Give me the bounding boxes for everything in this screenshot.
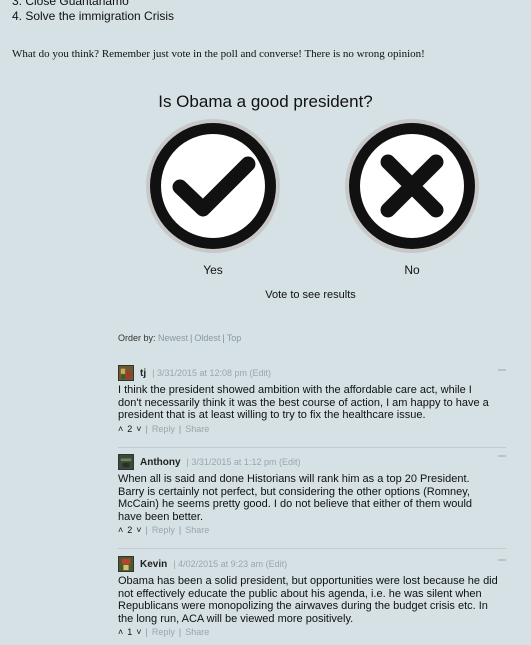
list-item: 3. Close Guantanamo [12,0,129,8]
list-item: 4. Solve the immigration Crisis [12,9,175,23]
separator: | [178,423,182,434]
comment-author[interactable]: Anthony [140,457,181,468]
edit-link[interactable]: (Edit) [279,457,301,467]
vote-yes-button[interactable]: Yes [143,117,283,277]
downvote-icon[interactable]: ˅ [136,424,141,434]
separator: | [145,423,148,434]
separator: | [190,333,193,343]
comment-meta: | 3/31/2015 at 1:12 pm (Edit) [186,457,301,467]
comment-text: Obama has been a solid president, but op… [118,575,498,625]
comment: Kevin | 4/02/2015 at 9:23 am (Edit) Obam… [118,555,498,637]
comment-meta: | 4/02/2015 at 9:23 am (Edit) [173,559,288,569]
avatar[interactable] [118,365,134,381]
downvote-icon[interactable]: ˅ [136,627,141,637]
edit-link[interactable]: (Edit) [250,368,272,378]
share-link[interactable]: Share [185,627,209,637]
comment-actions: ˄ 2 ˅ | Reply | Share [118,525,498,535]
collapse-comment-button[interactable] [498,455,506,457]
comment-timestamp: 4/02/2015 at 9:23 am [178,559,264,569]
comment-text: When all is said and done Historians wil… [118,473,473,523]
comment: Anthony | 3/31/2015 at 1:12 pm (Edit) Wh… [118,453,498,535]
collapse-comment-button[interactable] [498,559,506,561]
sort-oldest-link[interactable]: Oldest [194,333,220,343]
comment-actions: ˄ 1 ˅ | Reply | Share [118,627,498,637]
upvote-icon[interactable]: ˄ [118,424,123,434]
separator: | [178,627,182,638]
avatar[interactable] [118,454,134,470]
poll-question: Is Obama a good president? [158,92,373,111]
comment-author[interactable]: tj [140,368,146,379]
upvote-icon[interactable]: ˄ [118,627,123,637]
comment-author[interactable]: Kevin [140,559,167,570]
separator: | [145,525,148,536]
order-by-label: Order by: [118,333,156,343]
comment-timestamp: 3/31/2015 at 12:08 pm [156,368,248,378]
vote-yes-label[interactable]: Yes [143,263,283,277]
sort-newest-link[interactable]: Newest [158,333,188,343]
share-link[interactable]: Share [185,424,209,434]
vote-count: 2 [127,525,133,536]
separator: | [222,333,225,343]
downvote-icon[interactable]: ˅ [136,525,141,535]
vote-results-text: Vote to see results [265,289,356,301]
comment-meta: | 3/31/2015 at 12:08 pm (Edit) [152,368,272,378]
vote-no-button[interactable]: No [342,117,482,277]
vote-count: 2 [127,423,133,434]
upvote-icon[interactable]: ˄ [118,525,123,535]
vote-count: 1 [127,627,133,638]
comment-actions: ˄ 2 ˅ | Reply | Share [118,424,498,434]
poll-prompt: What do you think? Remember just vote in… [12,48,425,60]
reply-link[interactable]: Reply [152,525,175,535]
goals-list: 3. Close Guantanamo 4. Solve the immigra… [12,0,174,24]
comment-divider [118,548,506,549]
separator: | [178,525,182,536]
share-link[interactable]: Share [185,525,209,535]
vote-no-label[interactable]: No [342,263,482,277]
comment-text: I think the president showed ambition wi… [118,384,489,422]
sort-top-link[interactable]: Top [227,333,242,343]
order-by-bar: Order by: Newest | Oldest | Top [118,333,241,343]
checkmark-icon[interactable] [144,117,282,255]
reply-link[interactable]: Reply [152,424,175,434]
separator: | [145,627,148,638]
comment-timestamp: 3/31/2015 at 1:12 pm [191,457,277,467]
reply-link[interactable]: Reply [152,627,175,637]
avatar[interactable] [118,556,134,572]
comment-divider [118,447,506,448]
edit-link[interactable]: (Edit) [266,559,288,569]
comment: tj | 3/31/2015 at 12:08 pm (Edit) I thin… [118,364,498,434]
x-icon[interactable] [343,117,481,255]
collapse-comment-button[interactable] [498,369,506,371]
